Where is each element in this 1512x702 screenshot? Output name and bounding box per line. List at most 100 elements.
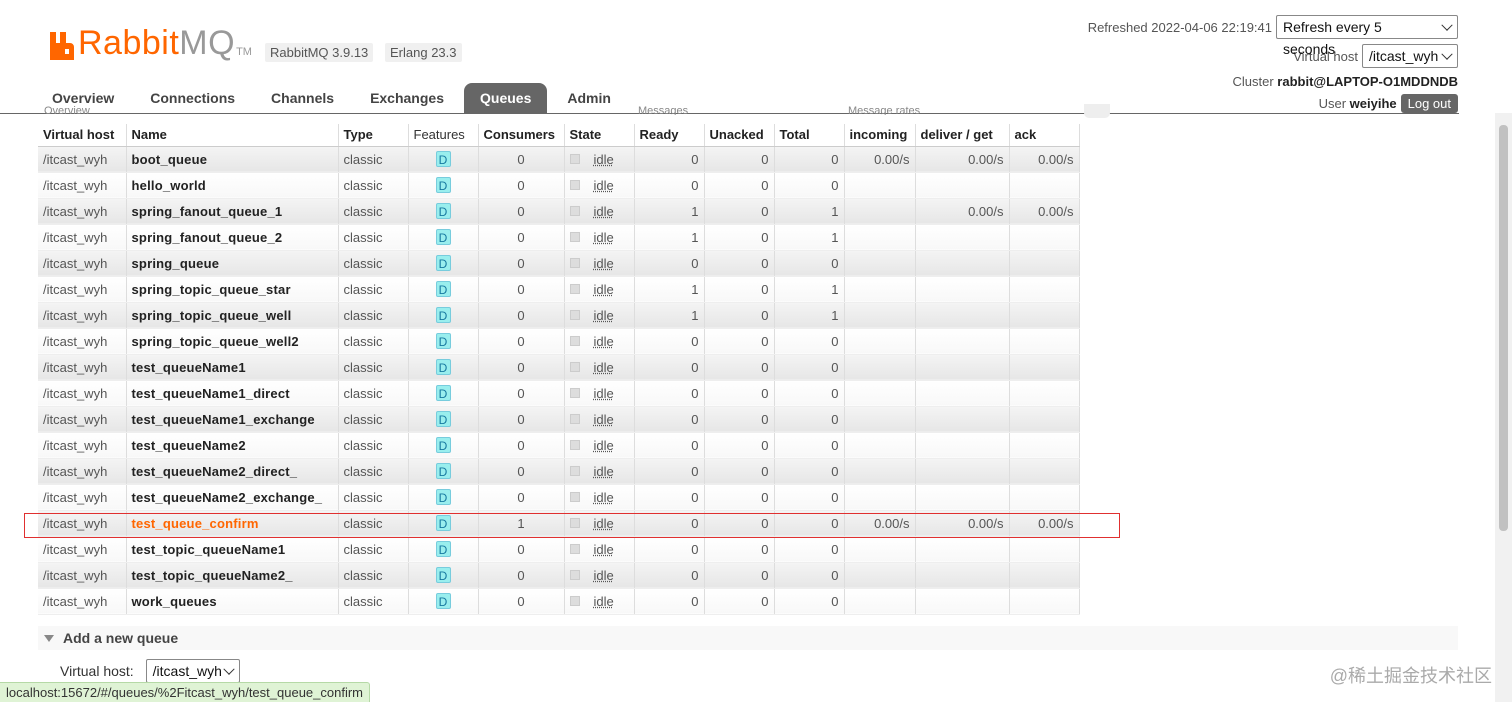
chevron-down-icon xyxy=(1441,19,1453,31)
consumers-count: 0 xyxy=(478,484,565,511)
col-consumers[interactable]: Consumers xyxy=(478,124,565,147)
tab-admin[interactable]: Admin xyxy=(551,83,627,114)
header-info: Refreshed 2022-04-06 22:19:41 Refresh ev… xyxy=(1088,14,1458,113)
table-row[interactable]: /itcast_wyh work_queues classic D 0 idle 0 0 0 xyxy=(38,588,1080,615)
queue-name-link[interactable]: spring_topic_queue_well xyxy=(126,302,339,329)
queue-name-link[interactable]: test_topic_queueName1 xyxy=(126,536,339,563)
tab-queues[interactable]: Queues xyxy=(464,83,548,114)
unacked-count: 0 xyxy=(704,536,775,563)
deliver-get-rate xyxy=(915,562,1010,589)
col-ack[interactable]: ack xyxy=(1009,124,1080,147)
table-row[interactable]: /itcast_wyh test_topic_queueName1 classic D… xyxy=(38,536,1080,563)
queue-name-link[interactable]: test_queueName1_direct xyxy=(126,380,339,407)
queue-name-link[interactable]: test_queueName2_direct_ xyxy=(126,458,339,485)
consumers-count: 0 xyxy=(478,146,565,173)
queue-state: idle xyxy=(564,380,635,407)
total-count: 0 xyxy=(774,406,845,433)
version-badge: RabbitMQ 3.9.13 xyxy=(265,43,374,62)
deliver-get-rate xyxy=(915,536,1010,563)
queue-name-link[interactable]: test_queueName2_exchange_ xyxy=(126,484,339,511)
total-count: 0 xyxy=(774,328,845,355)
ready-count: 0 xyxy=(634,380,705,407)
queue-state: idle xyxy=(564,302,635,329)
queue-name-link[interactable]: test_queueName1 xyxy=(126,354,339,381)
unacked-count: 0 xyxy=(704,484,775,511)
col-name[interactable]: Name xyxy=(126,124,339,147)
refreshed-label: Refreshed 2022-04-06 22:19:41 xyxy=(1087,19,1272,35)
columns-toggle[interactable] xyxy=(1084,104,1110,118)
logout-button[interactable]: Log out xyxy=(1400,93,1458,113)
durable-badge: D xyxy=(435,567,451,583)
queue-type: classic xyxy=(338,588,409,615)
add-queue-section-header[interactable]: Add a new queue xyxy=(38,626,1458,650)
ack-rate xyxy=(1009,354,1080,381)
queue-name-link[interactable]: test_topic_queueName2_ xyxy=(126,562,339,589)
table-row[interactable]: /itcast_wyh test_queueName1_direct classic… xyxy=(38,380,1080,407)
table-row[interactable]: /itcast_wyh spring_fanout_queue_1 classic D… xyxy=(38,198,1080,225)
queues-table: Virtual host Name Type Features Consumer… xyxy=(38,124,1080,615)
col-virtual-host[interactable]: Virtual host xyxy=(38,124,127,147)
state-label: idle xyxy=(593,489,614,505)
table-row[interactable]: /itcast_wyh test_queueName2_exchange_ clas… xyxy=(38,484,1080,511)
state-indicator-icon xyxy=(569,336,580,347)
queue-type: classic xyxy=(338,328,409,355)
durable-badge: D xyxy=(435,307,451,323)
durable-badge: D xyxy=(435,593,451,609)
durable-feature-badge: D xyxy=(408,276,479,303)
table-row[interactable]: /itcast_wyh spring_topic_queue_well classi… xyxy=(38,302,1080,329)
queue-name-link[interactable]: spring_fanout_queue_2 xyxy=(126,224,339,251)
table-row[interactable]: /itcast_wyh spring_topic_queue_well2 class… xyxy=(38,328,1080,355)
queue-name-link[interactable]: spring_fanout_queue_1 xyxy=(126,198,339,225)
table-row[interactable]: /itcast_wyh test_topic_queueName2_ classic… xyxy=(38,562,1080,589)
col-features: Features xyxy=(408,124,479,147)
queue-type: classic xyxy=(338,562,409,589)
deliver-get-rate xyxy=(915,588,1010,615)
queue-name-link[interactable]: boot_queue xyxy=(126,146,339,173)
refresh-interval-select[interactable]: Refresh every 5 seconds xyxy=(1276,15,1458,57)
queue-name-link[interactable]: hello_world xyxy=(126,172,339,199)
col-state[interactable]: State xyxy=(564,124,635,147)
table-row[interactable]: /itcast_wyh hello_world classic D 0 idle 0 0 0 xyxy=(38,172,1080,199)
queue-name-link[interactable]: test_queueName1_exchange xyxy=(126,406,339,433)
table-row[interactable]: /itcast_wyh spring_queue classic D 0 idle 0 0 0 xyxy=(38,250,1080,277)
state-label: idle xyxy=(593,333,614,349)
col-total[interactable]: Total xyxy=(774,124,845,147)
page-scrollbar[interactable] xyxy=(1495,113,1512,702)
add-queue-title: Add a new queue xyxy=(63,630,179,646)
col-deliver-get[interactable]: deliver / get xyxy=(915,124,1010,147)
unacked-count: 0 xyxy=(704,588,775,615)
table-row[interactable]: /itcast_wyh spring_topic_queue_star classi… xyxy=(38,276,1080,303)
queue-type: classic xyxy=(338,224,409,251)
deliver-get-rate xyxy=(915,354,1010,381)
tab-connections[interactable]: Connections xyxy=(134,83,251,114)
table-row[interactable]: /itcast_wyh boot_queue classic D 0 idle 0 0 0 0.0… xyxy=(38,146,1080,173)
col-incoming[interactable]: incoming xyxy=(844,124,916,147)
tab-exchanges[interactable]: Exchanges xyxy=(354,83,460,114)
col-type[interactable]: Type xyxy=(338,124,409,147)
queue-name-link[interactable]: test_queueName2 xyxy=(126,432,339,459)
table-row[interactable]: /itcast_wyh test_queueName2_direct_ classi… xyxy=(38,458,1080,485)
col-unacked[interactable]: Unacked xyxy=(704,124,775,147)
table-row[interactable]: /itcast_wyh test_queueName1 classic D 0 idle 0… xyxy=(38,354,1080,381)
ack-rate xyxy=(1009,458,1080,485)
add-queue-vhost-select[interactable]: /itcast_wyh xyxy=(145,659,240,683)
scrollbar-thumb[interactable] xyxy=(1499,125,1508,531)
vhost-select[interactable]: /itcast_wyh xyxy=(1362,44,1458,68)
col-ready[interactable]: Ready xyxy=(634,124,705,147)
state-indicator-icon xyxy=(569,206,580,217)
table-row[interactable]: /itcast_wyh spring_fanout_queue_2 classic D… xyxy=(38,224,1080,251)
durable-badge: D xyxy=(435,281,451,297)
queue-name-link[interactable]: work_queues xyxy=(126,588,339,615)
table-row[interactable]: /itcast_wyh test_queueName2 classic D 0 idle 0… xyxy=(38,432,1080,459)
table-row[interactable]: /itcast_wyh test_queueName1_exchange class… xyxy=(38,406,1080,433)
durable-badge: D xyxy=(435,463,451,479)
rabbitmq-logo[interactable]: RabbitMQ TM xyxy=(48,24,252,60)
state-label: idle xyxy=(593,567,614,583)
queue-name-link[interactable]: spring_topic_queue_well2 xyxy=(126,328,339,355)
queue-name-link[interactable]: spring_queue xyxy=(126,250,339,277)
tab-channels[interactable]: Channels xyxy=(255,83,350,114)
durable-feature-badge: D xyxy=(408,458,479,485)
state-indicator-icon xyxy=(569,596,580,607)
queue-name-link[interactable]: spring_topic_queue_star xyxy=(126,276,339,303)
ready-count: 0 xyxy=(634,172,705,199)
